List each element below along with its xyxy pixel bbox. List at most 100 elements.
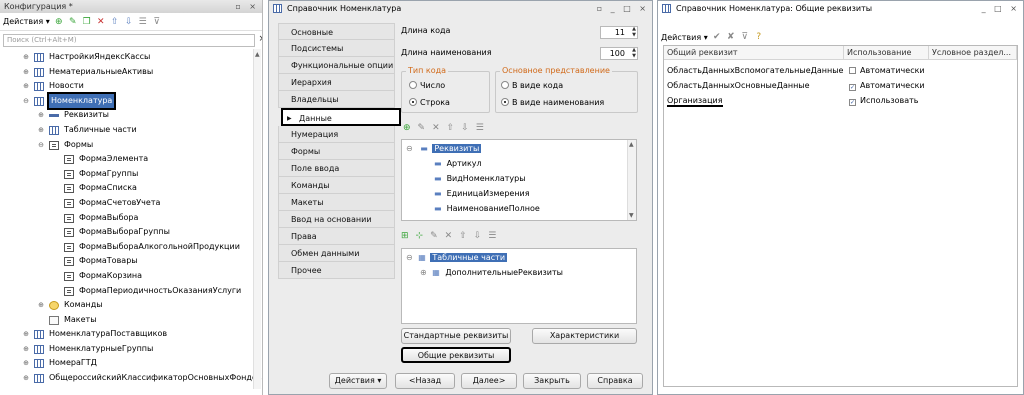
tree-item[interactable]: ФормаКорзина [0, 269, 253, 284]
attributes-root-row[interactable]: ⊖ ▬ Реквизиты [406, 142, 482, 156]
tree-item[interactable]: ⊕ Новости [0, 79, 253, 94]
collapse-icon[interactable]: ⊖ [22, 94, 30, 109]
attribute-row[interactable]: ▬ НаименованиеПолное [434, 202, 540, 216]
standard-attributes-button[interactable]: Стандартные реквизиты [401, 328, 511, 344]
attribute-row[interactable]: ▬ ВидНоменклатуры [434, 172, 526, 186]
sort-icon[interactable]: ☰ [488, 231, 496, 241]
attribute-row[interactable]: ▬ Артикул [434, 157, 482, 171]
move-down-icon[interactable]: ⇩ [461, 123, 469, 133]
help-button[interactable]: Справка [587, 373, 643, 389]
delete-icon[interactable]: ✕ [445, 231, 453, 241]
close-button[interactable]: Закрыть [523, 373, 581, 389]
expand-icon[interactable]: ⊕ [22, 356, 30, 371]
add-tabular-icon[interactable]: ⊞ [401, 231, 409, 241]
tab-item[interactable]: Иерархия [278, 74, 395, 92]
add-icon[interactable]: ⊕ [403, 123, 411, 133]
tree-item[interactable]: ⊖ Номенклатура [0, 91, 253, 111]
tree-item[interactable]: ФормаВыбора [0, 211, 253, 226]
copy-icon[interactable]: ❐ [82, 17, 92, 27]
tree-item[interactable]: ФормаПериодичностьОказанияУслуги [0, 284, 253, 299]
scroll-up-icon[interactable]: ▲ [255, 51, 260, 58]
tree-item[interactable]: ⊕ НематериальныеАктивы [0, 65, 253, 80]
expand-icon[interactable]: ⊕ [37, 108, 45, 123]
tab-item[interactable]: Макеты [278, 193, 395, 212]
attribute-row[interactable]: ▬ Комментарий [434, 217, 504, 220]
edit-icon[interactable]: ✎ [418, 123, 426, 133]
column-header-conditional[interactable]: Условное раздел... [929, 46, 1017, 60]
tree-item[interactable]: ⊕ Реквизиты [0, 108, 253, 123]
uncheck-icon[interactable]: ✘ [726, 32, 736, 42]
column-header-usage[interactable]: Использование [844, 46, 929, 60]
tab-item[interactable]: Основные [278, 23, 395, 41]
usage-checkbox[interactable]: ✓ [849, 84, 856, 91]
expand-icon[interactable]: ⊕ [22, 371, 30, 386]
tab-item[interactable]: Формы [278, 142, 395, 160]
attributes-tree[interactable]: ⊖ ▬ Реквизиты ▬ Артикул ▬ ВидНоменклатуры ▬ Е… [401, 139, 637, 221]
tab-item[interactable]: Прочее [278, 262, 395, 280]
tree-item[interactable]: ФормаСчетовУчета [0, 196, 253, 211]
clear-search-icon[interactable]: × [258, 34, 262, 45]
spin-icon[interactable]: ▲ ▼ [632, 26, 636, 38]
tab-item[interactable]: Поле ввода [278, 159, 395, 177]
tree-item[interactable]: ФормаГруппы [0, 167, 253, 182]
tabular-parts-tree[interactable]: ⊖ ▦ Табличные части ⊕ ▦ ДополнительныеРе… [401, 248, 637, 324]
tree-item[interactable]: ⊕ ОбщероссийскийКлассификаторОсновныхФонд… [0, 371, 262, 386]
attribute-row[interactable]: ▬ ЕдиницаИзмерения [434, 187, 530, 201]
tab-item[interactable]: Нумерация [278, 125, 395, 143]
name-length-field[interactable]: 100 ▲ ▼ [600, 47, 638, 60]
spin-icon[interactable]: ▲ ▼ [632, 47, 636, 59]
tabular-root-row[interactable]: ⊖ ▦ Табличные части [406, 251, 508, 265]
tree-item[interactable]: ФормаТовары [0, 254, 253, 269]
move-up-icon[interactable]: ⇧ [110, 17, 120, 27]
tab-item[interactable]: Права [278, 228, 395, 246]
move-down-icon[interactable]: ⇩ [474, 231, 482, 241]
attribute-name-cell[interactable]: ОбластьДанныхОсновныеДанные [664, 78, 810, 93]
common-attributes-window-buttons[interactable]: _ □ × [982, 1, 1020, 16]
move-up-icon[interactable]: ⇧ [459, 231, 467, 241]
add-icon[interactable]: ⊕ [54, 17, 64, 27]
tabular-item-row[interactable]: ⊕ ▦ ДополнительныеРеквизиты [420, 266, 563, 280]
help-icon[interactable]: ? [754, 32, 764, 42]
tab-item[interactable]: Команды [278, 176, 395, 194]
scroll-up-icon[interactable]: ▲ [629, 141, 634, 148]
tree-item[interactable]: ФормаСписка [0, 181, 253, 196]
collapse-icon[interactable]: ⊖ [406, 144, 413, 153]
code-type-number-radio[interactable]: Число [409, 81, 445, 90]
expand-icon[interactable]: ⊕ [22, 327, 30, 342]
actions-button[interactable]: Действия ▾ [329, 373, 387, 389]
tree-item[interactable]: ⊕ НоменклатурныеГруппы [0, 342, 253, 357]
repr-code-radio[interactable]: В виде кода [501, 81, 563, 90]
check-icon[interactable]: ✔ [712, 32, 722, 42]
filter-icon[interactable]: ⊽ [152, 17, 162, 27]
actions-menu[interactable]: Действия ▾ [661, 33, 708, 42]
expand-icon[interactable]: ⊕ [22, 79, 30, 94]
usage-checkbox[interactable] [849, 67, 856, 74]
collapse-icon[interactable]: ⊖ [406, 253, 413, 262]
scroll-down-icon[interactable]: ▼ [629, 212, 634, 219]
usage-cell[interactable]: Автоматически [846, 63, 925, 78]
move-down-icon[interactable]: ⇩ [124, 17, 134, 27]
characteristics-button[interactable]: Характеристики [532, 328, 637, 344]
tree-item[interactable]: ⊕ Табличные части [0, 123, 253, 138]
filter-icon[interactable]: ⊽ [740, 32, 750, 42]
tree-item[interactable]: ⊕ НомераГТД [0, 356, 253, 371]
tab-item[interactable]: Ввод на основании [278, 211, 395, 229]
common-attributes-button[interactable]: Общие реквизиты [401, 347, 511, 363]
tree-item[interactable]: ФормаВыбораАлкогольнойПродукции [0, 240, 253, 255]
code-length-field[interactable]: 11 ▲ ▼ [600, 26, 638, 39]
attributes-scrollbar[interactable]: ▲ ▼ [627, 140, 636, 220]
delete-icon[interactable]: ✕ [432, 123, 440, 133]
tree-item[interactable]: ⊕ Команды [0, 298, 253, 313]
delete-icon[interactable]: ✕ [96, 17, 106, 27]
tab-item[interactable]: Обмен данными [278, 245, 395, 263]
add-column-icon[interactable]: ⊹ [416, 231, 424, 241]
expand-icon[interactable]: ⊕ [37, 123, 45, 138]
search-input[interactable]: Поиск (Ctrl+Alt+M) × [3, 34, 262, 47]
tab-item[interactable]: Владельцы [278, 91, 395, 109]
tree-item[interactable]: ФормаВыбораГруппы [0, 225, 253, 240]
tree-item[interactable]: ⊕ НастройкиЯндексКассы [0, 50, 253, 65]
tree-item[interactable]: ⊕ НоменклатураПоставщиков [0, 327, 253, 342]
tree-item[interactable]: Макеты [0, 313, 253, 328]
usage-cell[interactable]: ✓ Автоматически [846, 78, 925, 93]
expand-icon[interactable]: ⊕ [22, 342, 30, 357]
